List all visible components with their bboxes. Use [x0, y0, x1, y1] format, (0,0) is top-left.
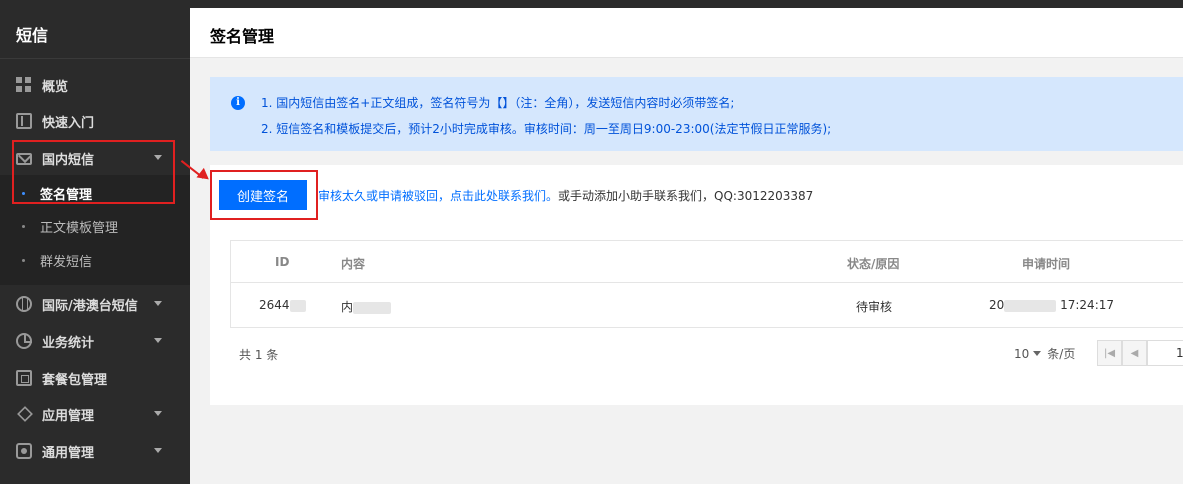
pie-chart-icon — [16, 333, 32, 349]
chevron-down-icon — [154, 338, 162, 343]
redacted-mask — [289, 299, 306, 312]
cell-id-text: 2644 — [259, 298, 290, 312]
highlight-box-sidebar — [12, 140, 175, 204]
sidebar-item-quickstart[interactable]: 快速入门 — [0, 103, 190, 139]
sidebar-title: 短信 — [16, 26, 49, 45]
highlight-box-create — [210, 170, 318, 220]
contact-tip-text: 或手动添加小助手联系我们，QQ:3012203387 — [558, 189, 814, 203]
redacted-mask — [1004, 299, 1057, 312]
notice-line-2: 2. 短信签名和模板提交后，预计2小时完成审核。审核时间：周一至周日9:00-2… — [261, 122, 832, 136]
cell-time-prefix: 20 — [989, 298, 1005, 312]
first-page-button[interactable]: |◀ — [1097, 340, 1122, 366]
page-title: 签名管理 — [210, 27, 275, 46]
page-number-input[interactable]: 1 — [1147, 340, 1183, 366]
signature-card: 创建签名 审核太久或申请被驳回，点击此处联系我们。或手动添加小助手联系我们，QQ… — [210, 165, 1183, 405]
cell-content-text: 内 — [341, 300, 354, 314]
bullet-dot-icon — [22, 259, 25, 262]
signature-table: ID 内容 状态/原因 申请时间 2644 内 待审核 20 17:24:17 — [230, 240, 1183, 328]
sidebar-item-label: 概览 — [42, 79, 69, 95]
sidebar: 短信 概览 快速入门 国内短信 签名管理 正文模板管理 群发短信 国际/港澳台短… — [0, 0, 190, 484]
page-header: 签名管理 — [190, 8, 1183, 58]
layers-icon — [16, 406, 32, 422]
sidebar-item-label: 通用管理 — [42, 445, 95, 461]
chevron-down-icon — [154, 411, 162, 416]
info-icon: i — [231, 96, 245, 110]
cell-time: 20 17:24:17 — [989, 298, 1114, 312]
contact-tip: 审核太久或申请被驳回，点击此处联系我们。或手动添加小助手联系我们，QQ:3012… — [318, 187, 813, 204]
sidebar-divider — [0, 58, 190, 59]
table-header: ID 内容 状态/原因 申请时间 — [231, 241, 1183, 283]
sidebar-item-apps[interactable]: 应用管理 — [0, 396, 190, 432]
sidebar-item-statistics[interactable]: 业务统计 — [0, 323, 190, 359]
contact-link[interactable]: 审核太久或申请被驳回，点击此处联系我们。 — [318, 189, 558, 203]
total-count: 共 1 条 — [239, 348, 279, 362]
cell-status: 待审核 — [856, 300, 893, 314]
cell-id: 2644 — [259, 298, 306, 312]
sidebar-item-label: 业务统计 — [42, 335, 95, 351]
book-icon — [16, 113, 32, 129]
sidebar-item-label: 快速入门 — [42, 115, 95, 131]
info-notice: i 1. 国内短信由签名+正文组成，签名符号为【】（注：全角），发送短信内容时必… — [210, 77, 1183, 151]
column-header-id: ID — [275, 255, 290, 269]
page-size-value: 10 — [1014, 346, 1030, 361]
package-icon — [16, 370, 32, 386]
sidebar-subitem-template[interactable]: 正文模板管理 — [0, 209, 190, 243]
chevron-down-icon — [154, 448, 162, 453]
sidebar-item-label: 应用管理 — [42, 408, 95, 424]
sidebar-subitem-label: 群发短信 — [40, 254, 93, 270]
cell-content: 内 — [341, 298, 392, 315]
redacted-mask — [353, 301, 392, 314]
bullet-dot-icon — [22, 225, 25, 228]
column-header-time: 申请时间 — [1022, 257, 1071, 271]
grid-icon — [16, 77, 32, 93]
sidebar-item-general[interactable]: 通用管理 — [0, 433, 190, 469]
column-header-content: 内容 — [341, 257, 366, 271]
cell-time-suffix: 17:24:17 — [1060, 298, 1115, 312]
sidebar-item-overview[interactable]: 概览 — [0, 67, 190, 103]
page-size-select[interactable]: 10 条/页 — [1014, 345, 1075, 362]
column-header-status: 状态/原因 — [847, 257, 900, 271]
sidebar-subitem-bulk-send[interactable]: 群发短信 — [0, 243, 190, 277]
chevron-down-icon — [1033, 351, 1042, 356]
notice-line-1: 1. 国内短信由签名+正文组成，签名符号为【】（注：全角），发送短信内容时必须带… — [261, 96, 735, 110]
settings-icon — [16, 443, 32, 459]
globe-icon — [16, 296, 32, 312]
sidebar-item-packages[interactable]: 套餐包管理 — [0, 360, 190, 396]
sidebar-item-label: 套餐包管理 — [42, 372, 108, 388]
sidebar-item-label: 国际/港澳台短信 — [42, 298, 138, 314]
chevron-down-icon — [154, 301, 162, 306]
sidebar-subitem-label: 正文模板管理 — [40, 220, 119, 236]
page-size-unit: 条/页 — [1047, 347, 1076, 361]
sidebar-item-international-sms[interactable]: 国际/港澳台短信 — [0, 286, 190, 322]
prev-page-button[interactable]: ◀ — [1122, 340, 1147, 366]
